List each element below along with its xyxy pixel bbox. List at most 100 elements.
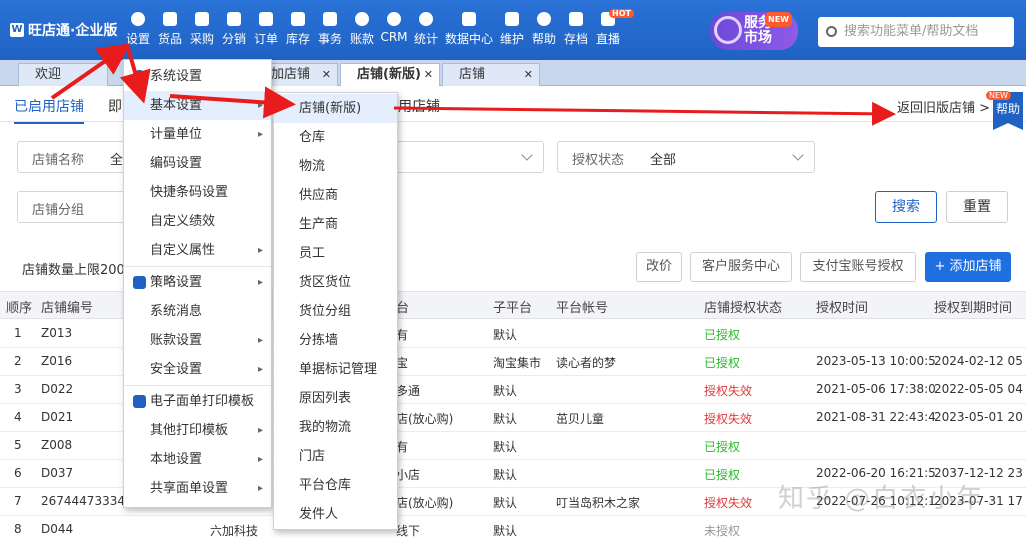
basic-submenu-item[interactable]: 货区货位: [274, 268, 397, 297]
cell-platform: 多通: [396, 384, 421, 398]
shop-group-select[interactable]: 店铺分组: [17, 191, 127, 223]
shop-name-select[interactable]: 店铺名称 全: [17, 141, 127, 173]
service-market-button[interactable]: 服务 市场 NEW: [710, 12, 798, 50]
basic-submenu-item[interactable]: 发件人: [274, 500, 397, 529]
basic-submenu-item[interactable]: 店铺(新版): [274, 94, 397, 123]
settings-menu-item[interactable]: 账款设置 ▸: [124, 326, 271, 355]
search-button[interactable]: 搜索: [875, 191, 937, 223]
add-shop-button[interactable]: + 添加店铺: [925, 252, 1011, 282]
order-icon: [259, 12, 273, 26]
tab-welcome[interactable]: 欢迎: [18, 63, 108, 86]
tab-enabled-shops[interactable]: 已启用店铺: [14, 96, 84, 124]
basic-submenu-item[interactable]: 生产商: [274, 210, 397, 239]
cell-shop: 六加科技: [210, 524, 259, 538]
change-price-button[interactable]: 改价: [636, 252, 682, 282]
settings-menu-item[interactable]: 基本设置 ▸: [124, 91, 271, 120]
basic-submenu-item[interactable]: 供应商: [274, 181, 397, 210]
alipay-auth-button[interactable]: 支付宝账号授权: [800, 252, 916, 282]
cell-code: 267444733347: [41, 494, 133, 508]
basic-submenu-item[interactable]: 物流: [274, 152, 397, 181]
settings-menu-item[interactable]: 策略设置 ▸: [124, 268, 271, 297]
cell-auth-time: 2021-08-31 22:43:4: [816, 410, 936, 424]
settings-menu-item[interactable]: 编码设置: [124, 149, 271, 178]
customer-service-button[interactable]: 客户服务中心: [690, 252, 792, 282]
yen-icon: [355, 12, 369, 26]
settings-menu-item[interactable]: 系统设置: [124, 62, 271, 91]
nav-archive[interactable]: 存档: [560, 12, 592, 47]
nav-accounts[interactable]: 账款: [346, 12, 378, 47]
cell-code: D037: [41, 466, 74, 480]
basic-submenu-item[interactable]: 仓库: [274, 123, 397, 152]
tab-partial[interactable]: 即: [108, 96, 122, 116]
back-old-version-link[interactable]: 返回旧版店铺 >: [897, 97, 990, 116]
close-icon[interactable]: ✕: [424, 64, 433, 86]
nav-goods[interactable]: 货品: [154, 12, 186, 47]
new-badge: NEW: [986, 91, 1011, 100]
settings-menu: 系统设置 基本设置 ▸ 计量单位 ▸ 编码设置 快捷条码设置 自定义绩效 自定义属性 ▸ 策略设置 ▸…: [123, 59, 272, 508]
nav-purchase[interactable]: 采购: [186, 12, 218, 47]
nav-crm[interactable]: CRM: [378, 12, 410, 47]
settings-menu-item[interactable]: 本地设置 ▸: [124, 445, 271, 474]
nav-affairs[interactable]: 事务: [314, 12, 346, 47]
search-icon: [826, 26, 837, 37]
reset-button[interactable]: 重置: [946, 191, 1008, 223]
table-row[interactable]: 8 D044 六加科技 线下 默认 未授权: [0, 516, 1026, 538]
settings-menu-item[interactable]: 电子面单打印模板: [124, 387, 271, 416]
basic-submenu-item[interactable]: 原因列表: [274, 384, 397, 413]
settings-menu-item[interactable]: 自定义属性 ▸: [124, 236, 271, 265]
cell-code: D044: [41, 522, 74, 536]
auth-status-select[interactable]: 授权状态 全部: [557, 141, 815, 173]
settings-menu-item[interactable]: 其他打印模板 ▸: [124, 416, 271, 445]
basic-submenu-item[interactable]: 我的物流: [274, 413, 397, 442]
user-icon: [387, 12, 401, 26]
close-icon[interactable]: ✕: [322, 64, 331, 86]
tab-disabled-shops[interactable]: 用店铺: [398, 96, 440, 116]
nav-statistics[interactable]: 统计: [410, 12, 442, 47]
basic-submenu-item[interactable]: 平台仓库: [274, 471, 397, 500]
nav-maintenance[interactable]: 维护: [496, 12, 528, 47]
settings-menu-item[interactable]: 安全设置 ▸: [124, 355, 271, 384]
nav-live[interactable]: 直播 HOT: [592, 9, 634, 47]
settings-menu-item[interactable]: 计量单位 ▸: [124, 120, 271, 149]
basic-submenu-item[interactable]: 门店: [274, 442, 397, 471]
help-icon: [537, 12, 551, 26]
nav-distribution[interactable]: 分销: [218, 12, 250, 47]
search-input[interactable]: 搜索功能菜单/帮助文档: [818, 17, 1014, 47]
settings-menu-item[interactable]: 系统消息: [124, 297, 271, 326]
gear-icon: [133, 70, 146, 83]
close-icon[interactable]: ✕: [524, 64, 533, 86]
tab-shop[interactable]: 店铺 ✕: [442, 63, 540, 86]
cell-account: 读心者的梦: [556, 356, 617, 370]
nav-orders[interactable]: 订单: [250, 12, 282, 47]
cell-status: 授权失效: [704, 384, 753, 398]
cell-sub: 默认: [493, 524, 518, 538]
nav-data-center[interactable]: 数据中心: [442, 12, 496, 47]
calendar-icon: [569, 12, 583, 26]
nav-inventory[interactable]: 库存: [282, 12, 314, 47]
basic-submenu-item[interactable]: 分拣墙: [274, 326, 397, 355]
tab-shop-new[interactable]: 店铺(新版) ✕: [340, 63, 440, 86]
menu-divider: [124, 385, 271, 386]
chevron-down-icon: [792, 149, 804, 161]
cell-sub: 默认: [493, 468, 518, 482]
shop-quota: 店铺数量上限200: [22, 263, 125, 278]
settings-menu-item[interactable]: 共享面单设置 ▸: [124, 474, 271, 503]
bar-chart-icon: [462, 12, 476, 26]
nav-settings[interactable]: 设置: [122, 12, 154, 47]
cell-code: D021: [41, 410, 74, 424]
basic-submenu-item[interactable]: 员工: [274, 239, 397, 268]
chevron-right-icon: ▸: [257, 245, 263, 256]
cell-platform: 线下: [396, 524, 421, 538]
cell-idx: 5: [14, 438, 22, 452]
app-logo[interactable]: W 旺店通·企业版: [10, 20, 117, 40]
distribution-icon: [227, 12, 241, 26]
menu-divider: [124, 266, 271, 267]
chevron-right-icon: ▸: [257, 129, 263, 140]
nav-help[interactable]: 帮助: [528, 12, 560, 47]
settings-menu-item[interactable]: 自定义绩效: [124, 207, 271, 236]
cell-code: D022: [41, 382, 74, 396]
settings-menu-item[interactable]: 快捷条码设置: [124, 178, 271, 207]
basic-submenu-item[interactable]: 货位分组: [274, 297, 397, 326]
basic-submenu-item[interactable]: 单据标记管理: [274, 355, 397, 384]
platform-select[interactable]: [395, 141, 544, 173]
